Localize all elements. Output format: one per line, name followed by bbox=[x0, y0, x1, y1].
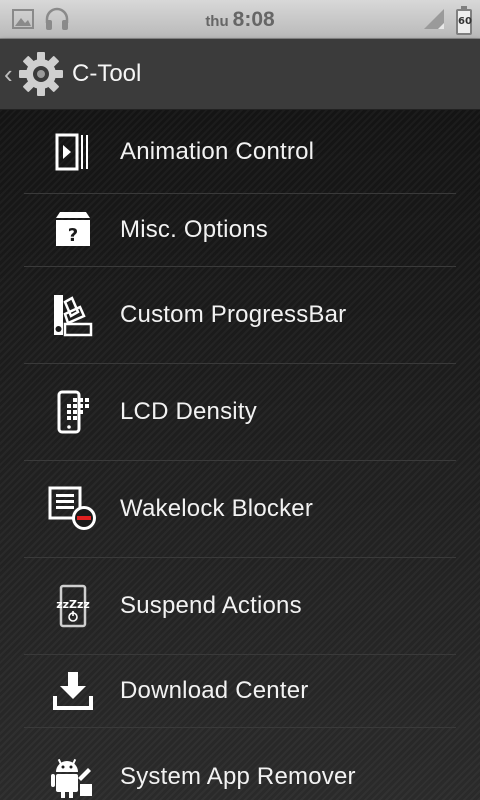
back-chevron-icon[interactable]: ‹ bbox=[4, 59, 16, 90]
menu-item-lcd-density[interactable]: LCD Density bbox=[24, 364, 456, 461]
wakelock-icon bbox=[48, 484, 98, 534]
menu-item-label: Download Center bbox=[120, 677, 309, 704]
action-bar: ‹ C-Tool bbox=[0, 39, 480, 110]
menu-item-label: Animation Control bbox=[120, 137, 315, 165]
svg-text:?: ? bbox=[68, 225, 78, 246]
app-title: C-Tool bbox=[72, 60, 142, 87]
menu-item-suspend-actions[interactable]: zzZzz Suspend Actions bbox=[24, 558, 456, 655]
gear-icon[interactable] bbox=[18, 51, 64, 97]
color-palette-icon bbox=[48, 290, 98, 340]
menu-item-animation-control[interactable]: Animation Control bbox=[24, 110, 456, 194]
misc-box-icon: ? bbox=[48, 205, 98, 255]
menu-item-misc-options[interactable]: ? Misc. Options bbox=[24, 194, 456, 267]
battery-icon: 60 bbox=[456, 6, 472, 35]
menu-item-system-app-remover[interactable]: System App Remover bbox=[24, 728, 456, 800]
menu-item-custom-progressbar[interactable]: Custom ProgressBar bbox=[24, 267, 456, 364]
menu-item-wakelock-blocker[interactable]: Wakelock Blocker bbox=[24, 461, 456, 558]
status-bar: thu 8:08 60 bbox=[0, 0, 480, 39]
clock-day: thu bbox=[205, 13, 229, 30]
android-remover-icon bbox=[48, 752, 98, 800]
clock-time: 8:08 bbox=[232, 8, 275, 31]
animation-icon bbox=[48, 127, 98, 177]
menu-item-download-center[interactable]: Download Center bbox=[24, 655, 456, 728]
menu-item-label: Suspend Actions bbox=[120, 592, 302, 619]
menu-item-label: Wakelock Blocker bbox=[120, 495, 314, 522]
suspend-icon: zzZzz bbox=[48, 581, 98, 631]
menu-list: Animation Control ? Misc. Options Custom… bbox=[0, 110, 480, 800]
lcd-density-icon bbox=[48, 387, 98, 437]
menu-item-label: System App Remover bbox=[120, 762, 356, 790]
svg-text:zzZzz: zzZzz bbox=[56, 598, 90, 611]
clock: thu 8:08 bbox=[0, 8, 480, 32]
signal-icon bbox=[422, 6, 446, 35]
menu-item-label: LCD Density bbox=[120, 398, 257, 425]
menu-item-label: Custom ProgressBar bbox=[120, 301, 347, 328]
download-icon bbox=[48, 666, 98, 716]
menu-item-label: Misc. Options bbox=[120, 216, 268, 243]
